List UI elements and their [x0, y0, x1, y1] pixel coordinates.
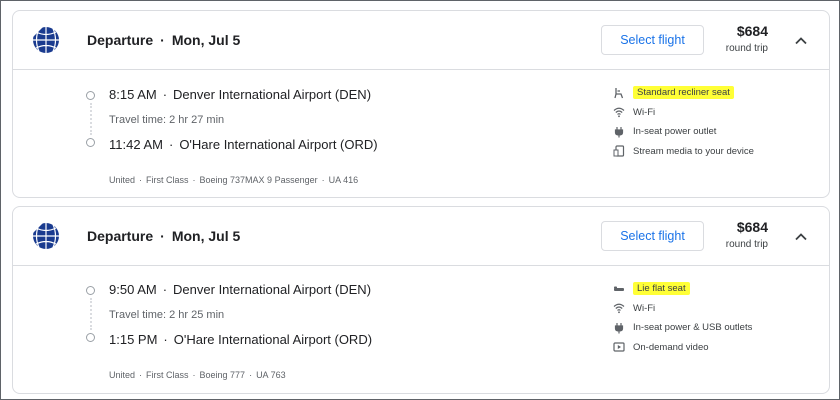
- flight-card-1: Departure · Mon, Jul 5 Select flight $684 …: [12, 10, 830, 198]
- flight-card-2: Departure · Mon, Jul 5 Select flight $684 …: [12, 206, 830, 394]
- flight-card-title: Departure · Mon, Jul 5: [87, 32, 240, 48]
- departure-time: 8:15 AM: [109, 87, 157, 102]
- departure-time: 9:50 AM: [109, 282, 157, 297]
- separator: ·: [249, 370, 253, 380]
- price-note: round trip: [725, 43, 768, 54]
- separator: ·: [162, 87, 168, 102]
- timeline-end-dot: [86, 333, 95, 342]
- separator: ·: [163, 332, 168, 347]
- stream-media-icon: [613, 145, 625, 157]
- amenity-label: In-seat power & USB outlets: [633, 322, 753, 334]
- timeline-line: [90, 103, 92, 135]
- price-amount: $684: [736, 219, 768, 235]
- chevron-up-icon[interactable]: [793, 33, 809, 49]
- amenity-power: In-seat power outlet: [613, 122, 754, 142]
- amenity-label: On-demand video: [633, 341, 709, 353]
- amenity-wifi: Wi-Fi: [613, 103, 754, 123]
- airline-name: United: [109, 370, 136, 380]
- timeline-line: [90, 298, 92, 330]
- select-flight-button[interactable]: Select flight: [601, 25, 704, 55]
- flight-meta: United · First Class · Boeing 737MAX 9 Passe…: [109, 175, 358, 185]
- timeline-end-dot: [86, 138, 95, 147]
- price-block: $684 round trip: [722, 23, 768, 54]
- amenity-wifi: Wi-Fi: [613, 299, 752, 319]
- departure-date: Mon, Jul 5: [171, 32, 241, 48]
- aircraft-type: Boeing 737MAX 9 Passenger: [199, 175, 318, 185]
- power-plug-icon: [614, 126, 624, 138]
- direction-label: Departure: [87, 228, 154, 244]
- amenity-label: In-seat power outlet: [633, 126, 717, 138]
- separator: ·: [192, 370, 196, 380]
- departure-date: Mon, Jul 5: [171, 228, 241, 244]
- price-note: round trip: [725, 239, 768, 250]
- wifi-icon: [613, 107, 625, 118]
- amenity-power: In-seat power & USB outlets: [613, 318, 752, 338]
- travel-time: Travel time: 2 hr 27 min: [109, 114, 225, 126]
- departure-airport: Denver International Airport (DEN): [173, 87, 372, 102]
- arrival-airport: O'Hare International Airport (ORD): [173, 332, 373, 347]
- flight-card-header[interactable]: Departure · Mon, Jul 5 Select flight $684 …: [13, 207, 829, 266]
- departure-row: 9:50 AM · Denver International Airport (DE…: [109, 282, 371, 297]
- airline-name: United: [109, 175, 136, 185]
- on-demand-video-icon: [613, 342, 625, 352]
- flight-meta: United · First Class · Boeing 777 · UA 763: [109, 370, 286, 380]
- flight-card-title: Departure · Mon, Jul 5: [87, 228, 240, 244]
- flight-number: UA 416: [328, 175, 359, 185]
- united-airlines-logo-icon: [31, 221, 61, 251]
- direction-label: Departure: [87, 32, 154, 48]
- price-block: $684 round trip: [722, 219, 768, 250]
- chevron-up-icon[interactable]: [793, 229, 809, 245]
- amenity-label: Stream media to your device: [633, 145, 754, 157]
- arrival-row: 11:42 AM · O'Hare International Airport (O…: [109, 137, 378, 152]
- amenity-seat: Lie flat seat: [613, 279, 752, 299]
- separator: ·: [139, 370, 143, 380]
- flight-card-header[interactable]: Departure · Mon, Jul 5 Select flight $684 …: [13, 11, 829, 70]
- select-flight-button[interactable]: Select flight: [601, 221, 704, 251]
- departure-airport: Denver International Airport (DEN): [173, 282, 372, 297]
- cabin-class: First Class: [146, 175, 189, 185]
- amenity-label: Lie flat seat: [633, 282, 690, 296]
- arrival-time: 11:42 AM: [109, 137, 163, 152]
- amenity-media: On-demand video: [613, 338, 752, 358]
- separator: ·: [160, 32, 165, 48]
- arrival-airport: O'Hare International Airport (ORD): [179, 137, 378, 152]
- separator: ·: [321, 175, 325, 185]
- separator: ·: [168, 137, 174, 152]
- united-airlines-logo-icon: [31, 25, 61, 55]
- cabin-class: First Class: [146, 370, 189, 380]
- aircraft-type: Boeing 777: [199, 370, 246, 380]
- price-amount: $684: [736, 23, 768, 39]
- separator: ·: [139, 175, 143, 185]
- amenity-label: Wi-Fi: [633, 302, 656, 314]
- separator: ·: [192, 175, 196, 185]
- lie-flat-seat-icon: [614, 286, 624, 291]
- separator: ·: [162, 282, 168, 297]
- seat-icon: [614, 87, 624, 98]
- timeline-start-dot: [86, 91, 95, 100]
- amenities-list: Lie flat seat Wi-Fi In-seat power & USB …: [613, 279, 752, 357]
- amenity-seat: Standard recliner seat: [613, 83, 754, 103]
- travel-time: Travel time: 2 hr 25 min: [109, 309, 225, 321]
- departure-row: 8:15 AM · Denver International Airport (DE…: [109, 87, 371, 102]
- wifi-icon: [613, 303, 625, 314]
- amenity-label: Wi-Fi: [633, 106, 656, 118]
- flight-number: UA 763: [256, 370, 286, 380]
- amenity-media: Stream media to your device: [613, 142, 754, 162]
- power-plug-icon: [614, 322, 624, 334]
- arrival-row: 1:15 PM · O'Hare International Airport (OR…: [109, 332, 372, 347]
- arrival-time: 1:15 PM: [109, 332, 158, 347]
- separator: ·: [160, 228, 165, 244]
- amenities-list: Standard recliner seat Wi-Fi In-seat pow…: [613, 83, 754, 161]
- amenity-label: Standard recliner seat: [633, 86, 734, 100]
- timeline-start-dot: [86, 286, 95, 295]
